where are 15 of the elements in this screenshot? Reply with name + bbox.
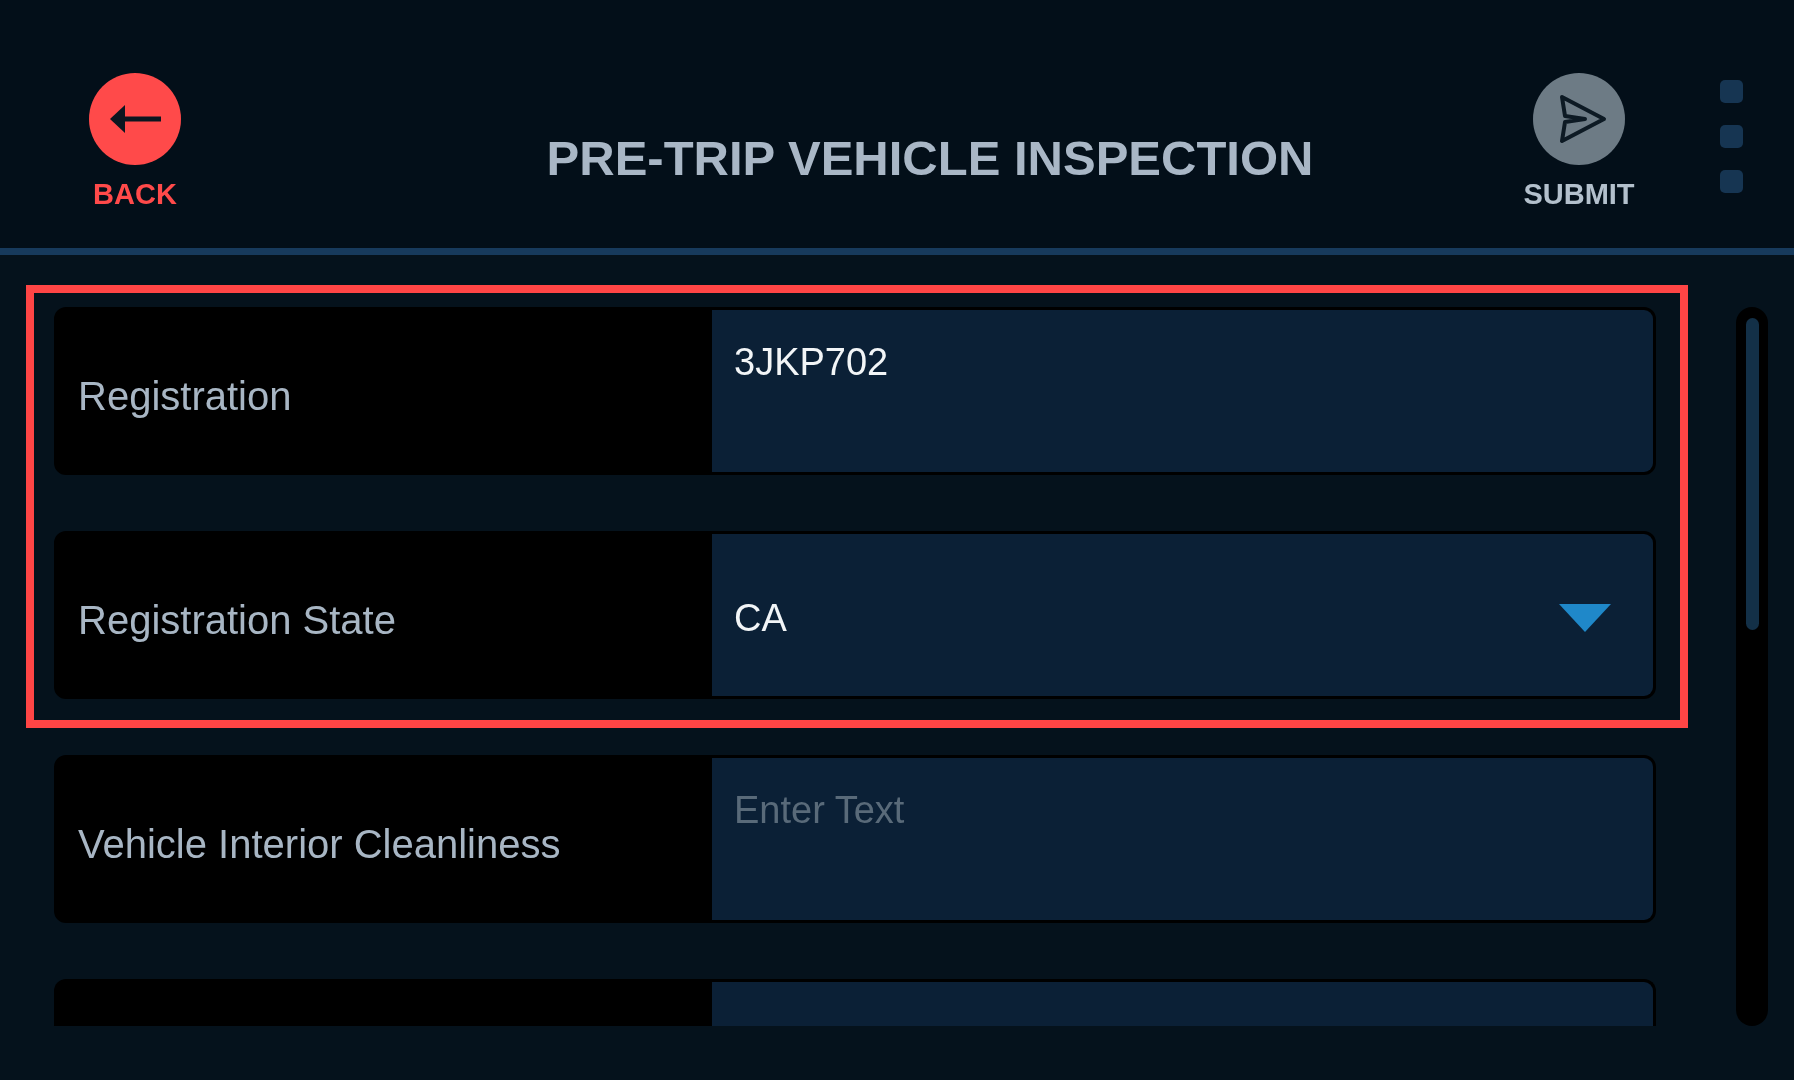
field-label: Vehicle Interior Cleanliness — [78, 823, 561, 864]
back-button[interactable]: BACK — [75, 73, 195, 209]
text-input[interactable] — [712, 982, 1653, 1026]
text-input[interactable]: 3JKP702 — [712, 310, 1653, 472]
field-label: Registration — [78, 375, 292, 416]
submit-button[interactable]: SUBMIT — [1519, 73, 1639, 209]
scrollbar-thumb[interactable] — [1745, 318, 1759, 630]
caret-down-icon — [1559, 604, 1611, 632]
dropdown-field[interactable]: CA — [712, 534, 1653, 696]
page-title: PRE-TRIP VEHICLE INSPECTION — [546, 134, 1314, 183]
arrow-left-icon — [89, 73, 181, 165]
scrollbar[interactable] — [1736, 307, 1768, 1026]
send-icon — [1533, 73, 1625, 165]
field-label: Registration State — [78, 599, 396, 640]
more-menu-icon[interactable] — [1720, 80, 1743, 193]
